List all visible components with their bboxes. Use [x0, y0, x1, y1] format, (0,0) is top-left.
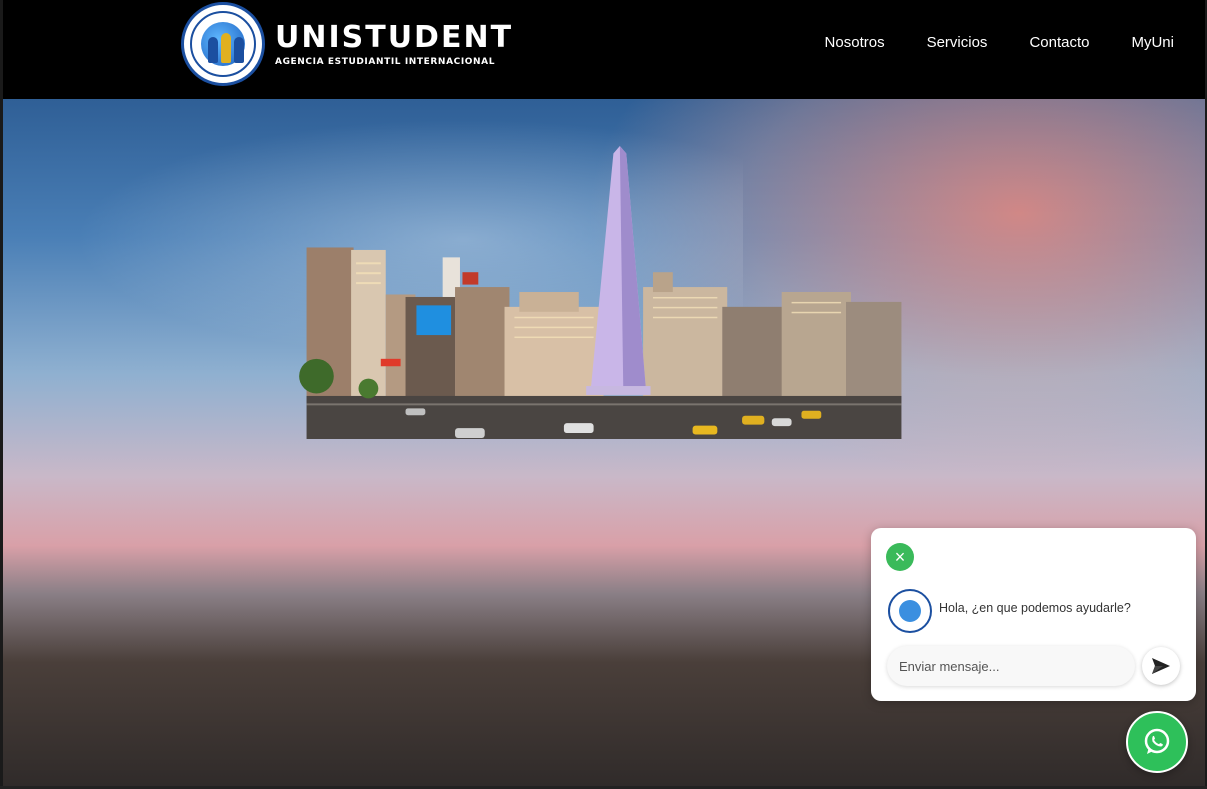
send-icon: [1152, 658, 1170, 674]
brand-subtitle: AGENCIA ESTUDIANTIL INTERNACIONAL: [275, 57, 496, 67]
city-skyline: [299, 146, 902, 439]
chat-greeting: Hola, ¿en que podemos ayudarle?: [939, 601, 1131, 615]
whatsapp-icon: [1144, 728, 1170, 754]
brand-logo[interactable]: UNISTUDENT AGENCIA ESTUDIANTIL INTERNACI…: [181, 2, 513, 86]
nav-item-nosotros[interactable]: Nosotros: [825, 32, 885, 54]
close-icon[interactable]: ×: [886, 543, 914, 571]
chat-avatar: [888, 589, 932, 633]
chat-widget: × Hola, ¿en que podemos ayudarle?: [871, 528, 1196, 701]
brand-seal-icon: [181, 2, 265, 86]
chat-message-input[interactable]: [887, 646, 1135, 686]
send-button[interactable]: [1142, 647, 1180, 685]
nav-item-contacto[interactable]: Contacto: [1029, 32, 1089, 54]
nav-item-servicios[interactable]: Servicios: [927, 32, 988, 54]
nav-item-myuni[interactable]: MyUni: [1131, 32, 1174, 54]
main-nav: Nosotros Servicios Contacto MyUni: [783, 32, 1174, 54]
site-header: UNISTUDENT AGENCIA ESTUDIANTIL INTERNACI…: [3, 0, 1205, 99]
whatsapp-button[interactable]: [1126, 711, 1188, 773]
brand-title: UNISTUDENT: [275, 20, 514, 55]
